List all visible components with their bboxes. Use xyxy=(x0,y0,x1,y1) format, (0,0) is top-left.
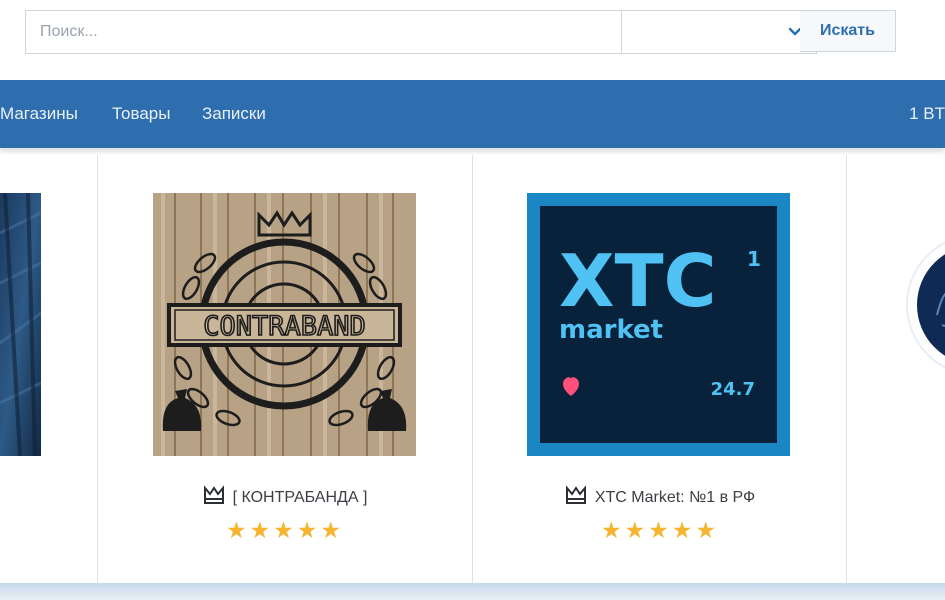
star-rating: ★★★★★ xyxy=(600,517,720,543)
shop-name: XTC Market: №1 в РФ xyxy=(594,489,756,506)
shop-card-partial-right[interactable] xyxy=(847,155,945,583)
shop-card[interactable]: CONTRABAND [ КОНТРАБАНДА ] ★★★★★ xyxy=(98,155,472,583)
search-input[interactable] xyxy=(25,10,622,54)
shop-card-partial-left[interactable] xyxy=(0,193,41,456)
category-select[interactable] xyxy=(621,10,817,54)
shop-name: [ КОНТРАБАНДА ] xyxy=(232,489,368,506)
nav-item-products[interactable]: Товары xyxy=(112,104,170,124)
shop-logo-image: XTC market 1 24.7 xyxy=(527,193,790,456)
logo-text: CONTRABAND xyxy=(203,311,366,342)
nav-item-shops[interactable]: Магазины xyxy=(0,104,78,124)
main-navbar: Магазины Товары Записки 1 BT xyxy=(0,80,945,148)
logo-number: 24.7 xyxy=(711,379,755,400)
logo-title: XTC xyxy=(559,239,716,323)
logo-subtitle: market xyxy=(559,315,663,345)
shop-title[interactable]: XTC Market: №1 в РФ xyxy=(473,485,847,507)
star-rating: ★★★★★ xyxy=(225,517,345,543)
search-bar: Искать xyxy=(25,10,897,54)
balance-indicator[interactable]: 1 BT xyxy=(909,104,945,124)
shop-card[interactable]: XTC market 1 24.7 XTC Market: №1 в РФ ★★… xyxy=(473,155,847,583)
shop-title[interactable]: [ КОНТРАБАНДА ] xyxy=(98,485,472,507)
shop-logo-image xyxy=(906,241,945,369)
crown-icon xyxy=(203,485,224,504)
crown-icon xyxy=(565,485,586,504)
shop-logo-image: CONTRABAND xyxy=(153,193,416,456)
logo-badge: 1 xyxy=(747,247,761,271)
shop-cards-row: CONTRABAND [ КОНТРАБАНДА ] ★★★★★ XTC mar… xyxy=(0,155,945,585)
shop-logo-image xyxy=(0,193,41,456)
search-button[interactable]: Искать xyxy=(800,10,896,52)
cards-bottom-edge xyxy=(0,583,945,600)
nav-item-notes[interactable]: Записки xyxy=(202,104,266,124)
